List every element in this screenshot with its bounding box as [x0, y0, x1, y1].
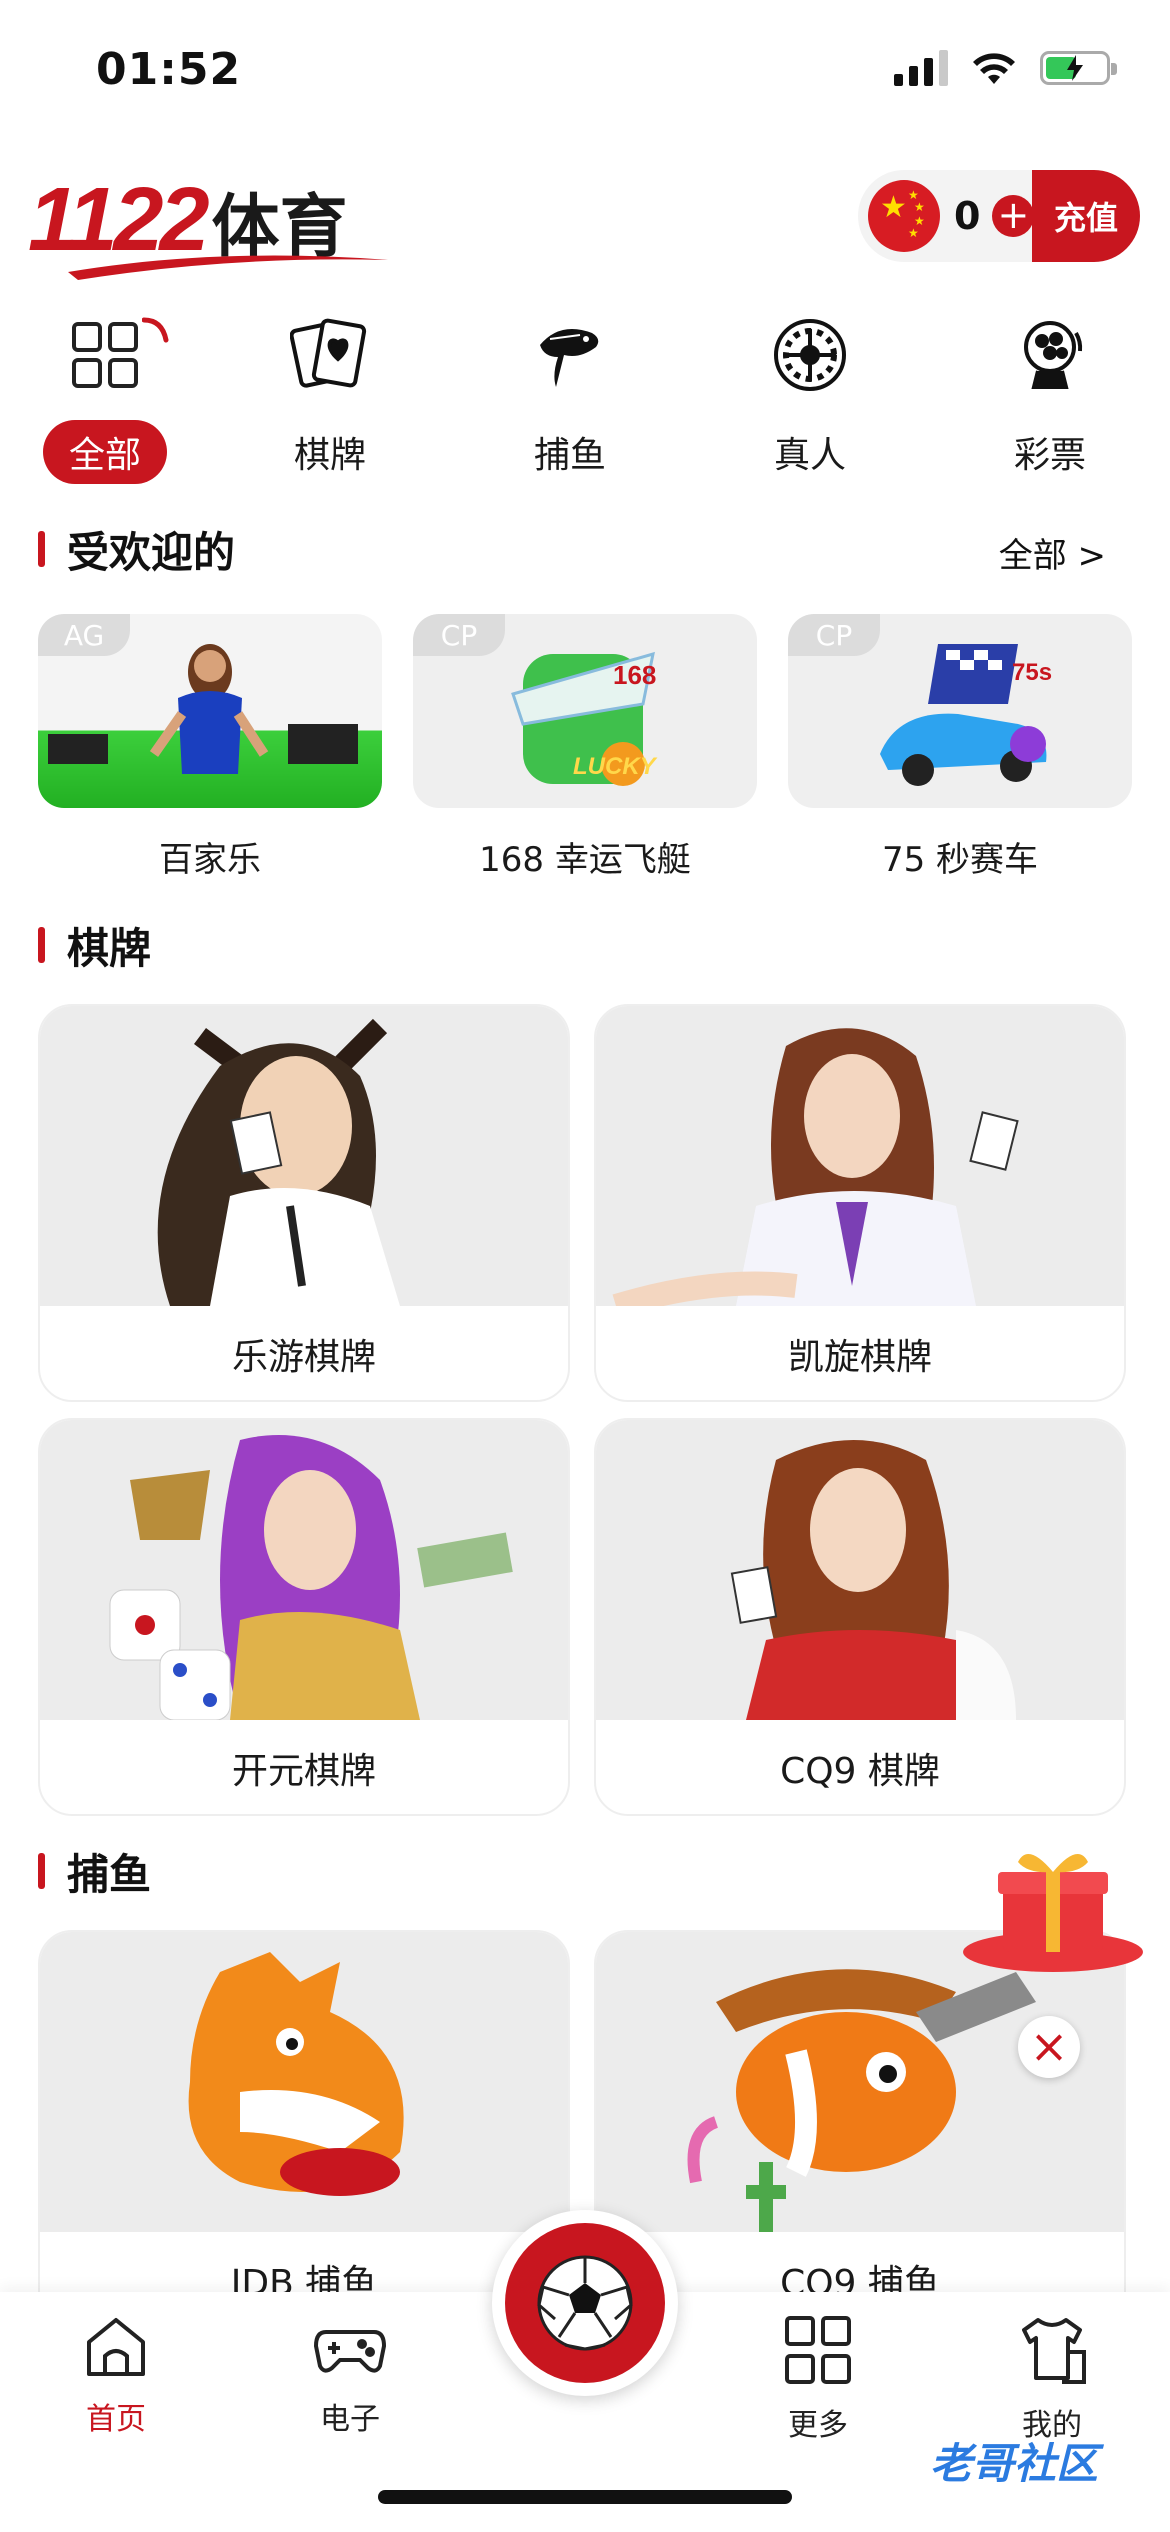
category-label: 彩票	[1013, 435, 1086, 476]
home-indicator[interactable]	[378, 2490, 792, 2504]
kaixuan-image	[596, 1006, 1124, 1306]
gamepad-icon	[313, 2330, 387, 2373]
nav-electronic[interactable]: 电子	[270, 2312, 430, 2438]
popular-card-lucky-boat[interactable]: 168 LUCKY CP 168 幸运飞艇	[413, 614, 757, 881]
game-tile-jdb-fishing[interactable]: JDB 捕鱼	[38, 1930, 570, 2328]
brand-logo[interactable]: 1122 体育	[28, 170, 388, 280]
game-tile-kaixuan[interactable]: 凯旋棋牌	[594, 1004, 1126, 1402]
cards-icon	[285, 310, 375, 400]
category-all[interactable]: 全部	[0, 300, 210, 490]
popular-label: 75 秒赛车	[881, 840, 1039, 880]
signal-icon	[894, 50, 948, 86]
lucky-text: LUCKY	[573, 753, 658, 780]
sports-center-button[interactable]	[492, 2210, 678, 2396]
roulette-icon	[765, 310, 855, 400]
center-button-disc	[505, 2223, 665, 2383]
game-tile-cq9-chess[interactable]: CQ9 棋牌	[594, 1418, 1126, 1816]
provider-tag: CP	[788, 614, 880, 656]
jdb-fishing-image	[40, 1932, 568, 2232]
section-accent-bar	[38, 927, 45, 963]
section-title-text: 受欢迎的	[67, 527, 236, 577]
see-all-link[interactable]: 全部 >	[999, 528, 1106, 577]
category-live[interactable]: 真人	[690, 300, 930, 490]
grid-icon	[60, 310, 169, 400]
wallet-widget: ★ ★ ★ ★ ★ 0 + 充值	[858, 170, 1140, 262]
add-funds-button[interactable]: +	[992, 195, 1035, 237]
lottery-icon	[1005, 310, 1095, 400]
status-time: 01:52	[96, 44, 242, 95]
app-header: 1122 体育 ★ ★ ★ ★ ★ 0 + 充值	[0, 160, 1170, 280]
lucky-boat-image: 168 LUCKY CP	[413, 614, 757, 808]
watermark-text: 老哥社区	[930, 2439, 1099, 2488]
nav-profile[interactable]: 我的	[972, 2312, 1132, 2444]
category-fishing[interactable]: 捕鱼	[450, 300, 690, 490]
popular-label: 百家乐	[159, 840, 261, 880]
wifi-icon	[973, 53, 1015, 84]
popular-card-75s-race[interactable]: 75s CP 75 秒赛车	[788, 614, 1132, 881]
popular-card-baccarat[interactable]: AG 百家乐	[38, 614, 382, 881]
tile-label: 开元棋牌	[231, 1751, 376, 1792]
game-tile-cq9-fishing[interactable]: CQ9 捕鱼	[594, 1930, 1126, 2328]
leyou-image	[40, 1006, 568, 1306]
category-label: 棋牌	[293, 435, 366, 476]
shirt-icon	[1022, 2318, 1086, 2384]
category-label: 真人	[773, 435, 846, 476]
close-gift-button[interactable]: ×	[1018, 2016, 1080, 2078]
status-icons	[894, 50, 1117, 86]
game-tile-leyou[interactable]: 乐游棋牌	[38, 1004, 570, 1402]
section-accent-bar	[38, 1853, 45, 1889]
cq9-chess-image	[596, 1420, 1124, 1720]
gift-box-icon	[963, 1854, 1143, 1972]
tile-label: 乐游棋牌	[231, 1337, 376, 1378]
recharge-button[interactable]: 充值	[1032, 170, 1140, 262]
logo-swoosh-icon	[68, 255, 388, 280]
home-icon	[87, 2318, 145, 2376]
nav-label: 首页	[86, 2402, 146, 2437]
nav-label: 电子	[320, 2402, 380, 2437]
popular-label: 168 幸运飞艇	[479, 840, 691, 880]
provider-tag: CP	[413, 614, 505, 656]
nav-home[interactable]: 首页	[36, 2312, 196, 2438]
soccer-ball-icon	[537, 2255, 633, 2351]
category-label: 全部	[42, 420, 167, 484]
section-accent-bar	[38, 531, 45, 567]
nav-more[interactable]: 更多	[738, 2312, 898, 2444]
gift-promo-button[interactable]	[958, 1842, 1148, 1982]
kaiyuan-image	[40, 1420, 568, 1720]
popular-list: AG 百家乐 168 LUCKY CP 168 幸运飞艇 75s CP 75 秒…	[38, 614, 1132, 881]
category-lottery[interactable]: 彩票	[930, 300, 1170, 490]
badge-75s: 75s	[1012, 659, 1052, 686]
fish-icon	[525, 310, 615, 400]
category-bar: 全部 棋牌 捕鱼 真人 彩票	[0, 300, 1170, 490]
game-tile-kaiyuan[interactable]: 开元棋牌	[38, 1418, 570, 1816]
popular-section-title: 受欢迎的	[38, 524, 235, 577]
tile-label: 凯旋棋牌	[787, 1337, 932, 1378]
balance-amount: 0	[954, 194, 981, 238]
china-flag-icon[interactable]: ★ ★ ★ ★ ★	[868, 180, 940, 252]
nav-label: 更多	[788, 2408, 848, 2443]
category-chess[interactable]: 棋牌	[210, 300, 450, 490]
baccarat-image: AG	[38, 614, 382, 808]
battery-icon	[1040, 51, 1117, 85]
status-bar: 01:52	[0, 0, 1170, 150]
provider-tag: AG	[38, 614, 130, 656]
section-title-text: 捕鱼	[67, 1849, 152, 1899]
race-car-image: 75s CP	[788, 614, 1132, 808]
fishing-section-title: 捕鱼	[38, 1846, 151, 1899]
category-label: 捕鱼	[533, 435, 606, 476]
chess-section-title: 棋牌	[38, 920, 151, 973]
section-title-text: 棋牌	[67, 923, 152, 973]
badge-168: 168	[613, 660, 656, 690]
tile-label: CQ9 棋牌	[780, 1751, 940, 1792]
grid-icon	[785, 2316, 851, 2384]
